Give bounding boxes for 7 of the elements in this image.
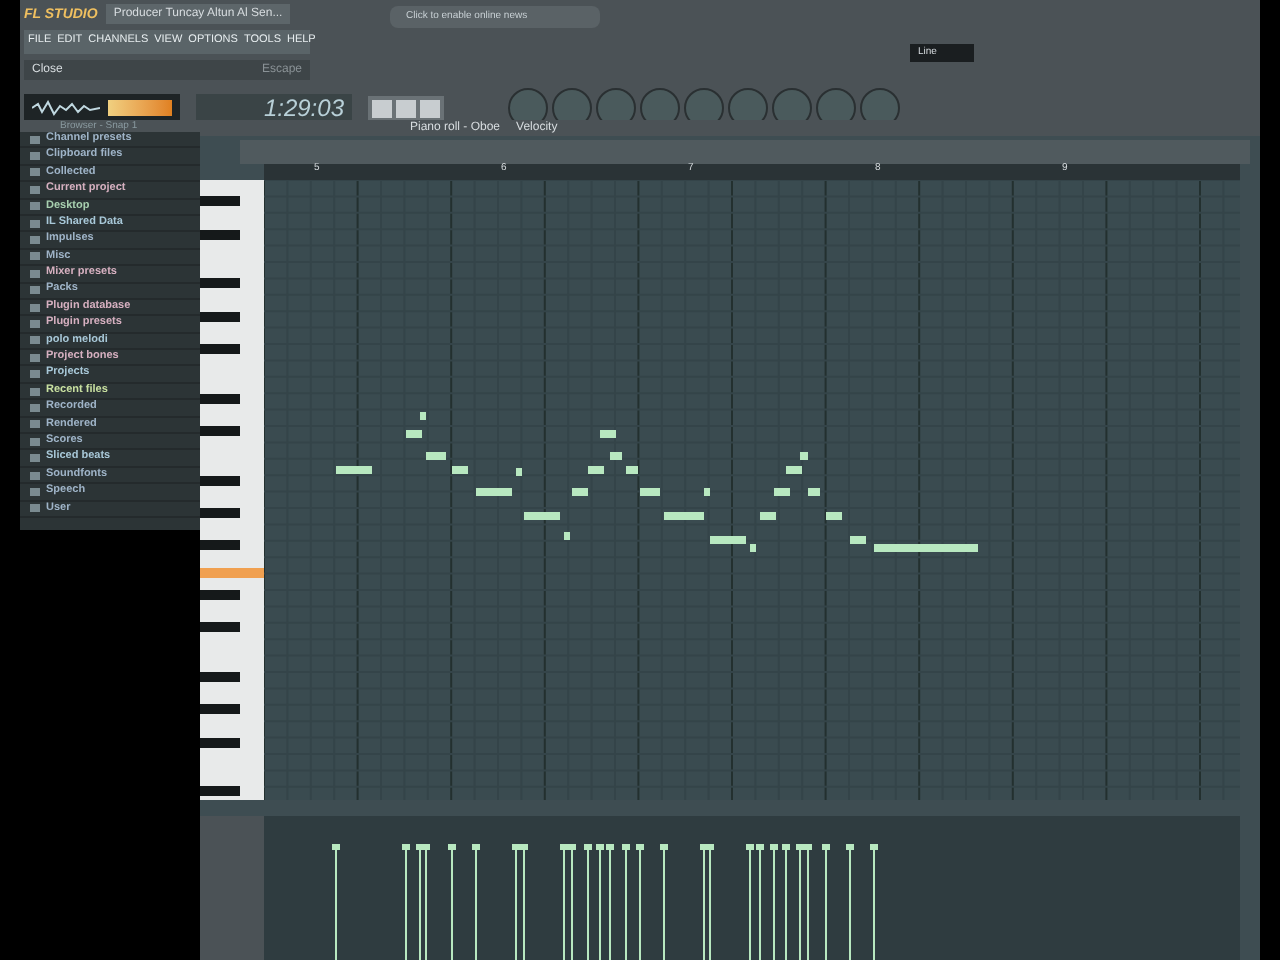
song-clock: 1:29:03 — [196, 94, 352, 122]
velocity-bars[interactable] — [264, 816, 1240, 960]
volume-bar — [108, 100, 172, 116]
waveform-icon — [32, 100, 100, 116]
velocity-side-panel — [200, 816, 264, 960]
melody-notes[interactable] — [336, 412, 978, 552]
piano-keyboard[interactable] — [200, 180, 264, 800]
